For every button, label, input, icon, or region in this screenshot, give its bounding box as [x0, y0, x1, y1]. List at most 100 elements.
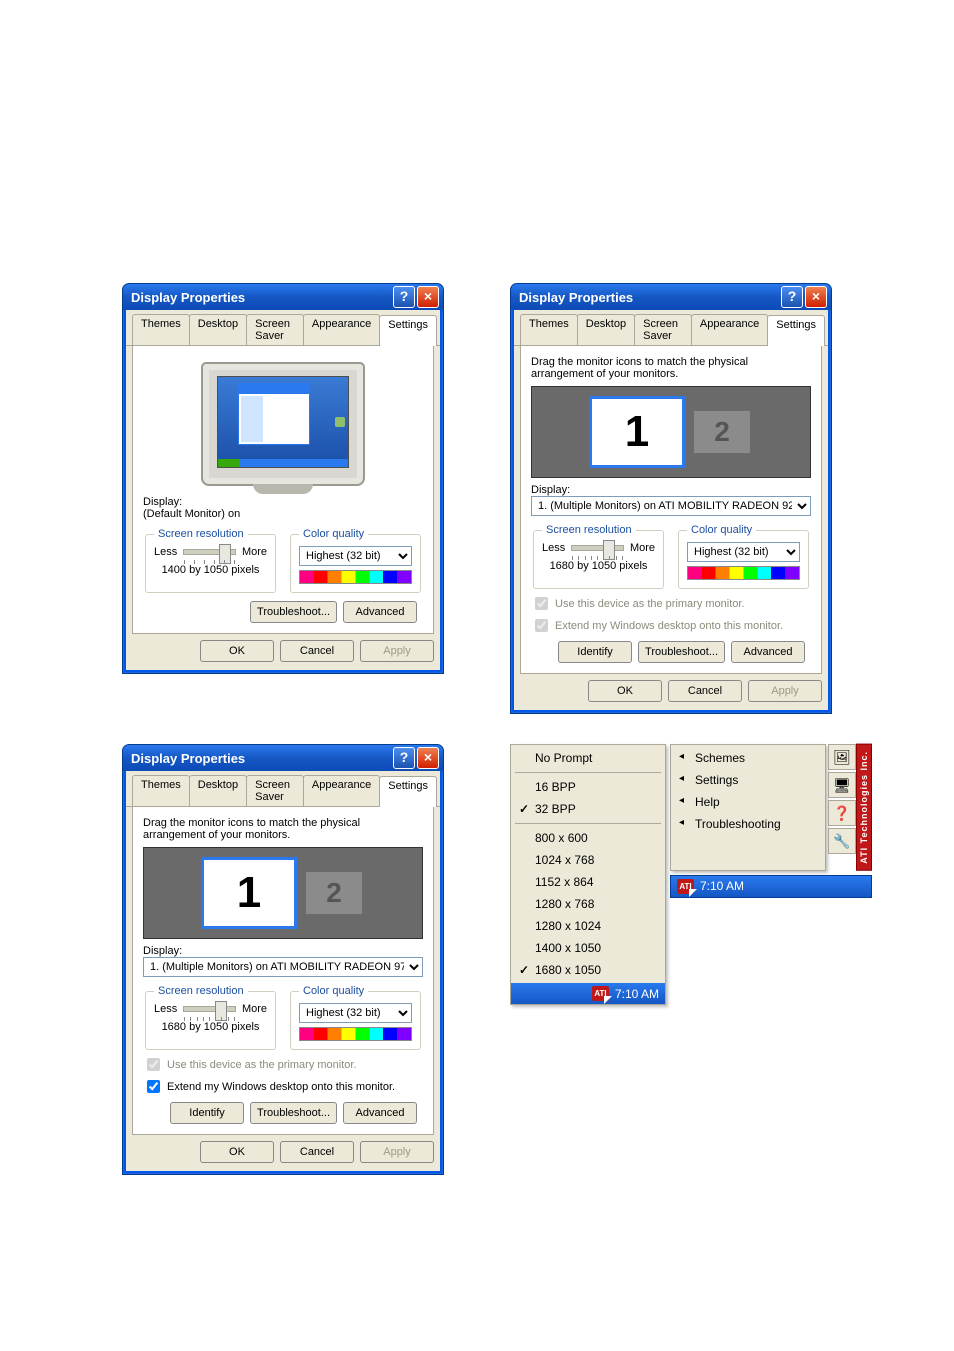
menu-settings[interactable]: Settings: [673, 769, 823, 791]
monitor-2-icon[interactable]: 2: [691, 408, 753, 456]
menu-res-1280-768[interactable]: 1280 x 768: [513, 893, 663, 915]
tab-screensaver[interactable]: Screen Saver: [246, 314, 304, 345]
resolution-slider[interactable]: [571, 545, 624, 551]
taskbar-clock-2: ATI 7:10 AM: [670, 875, 872, 898]
color-quality-group: Color quality Highest (32 bit): [290, 528, 421, 593]
tab-themes[interactable]: Themes: [520, 314, 578, 345]
tab-settings[interactable]: Settings: [767, 315, 825, 346]
display-properties-window-1: Display Properties ? × Themes Desktop Sc…: [122, 283, 444, 674]
tab-desktop[interactable]: Desktop: [189, 314, 247, 345]
display-select[interactable]: 1. (Multiple Monitors) on ATI MOBILITY R…: [531, 496, 811, 516]
menu-res-1280-1024[interactable]: 1280 x 1024: [513, 915, 663, 937]
tab-settings[interactable]: Settings: [379, 315, 437, 346]
tab-themes[interactable]: Themes: [132, 314, 190, 345]
color-quality-select[interactable]: Highest (32 bit): [687, 542, 800, 562]
identify-button[interactable]: Identify: [558, 641, 632, 663]
help-icon[interactable]: ?: [393, 286, 415, 308]
tab-settings[interactable]: Settings: [379, 776, 437, 807]
apply-button[interactable]: Apply: [360, 1141, 434, 1163]
resolution-slider[interactable]: [183, 1006, 236, 1012]
advanced-button[interactable]: Advanced: [731, 641, 805, 663]
menu-troubleshooting[interactable]: Troubleshooting: [673, 813, 823, 835]
apply-button[interactable]: Apply: [360, 640, 434, 662]
ati-brand-label: ATI Technologies Inc.: [856, 744, 872, 871]
advanced-button[interactable]: Advanced: [343, 601, 417, 623]
window-title: Display Properties: [131, 290, 393, 305]
color-quality-group: Color quality Highest (32 bit): [290, 985, 421, 1050]
menu-no-prompt[interactable]: No Prompt: [513, 747, 663, 769]
menu-help[interactable]: Help: [673, 791, 823, 813]
troubleshoot-button[interactable]: Troubleshoot...: [250, 601, 337, 623]
monitor-1-icon[interactable]: 1: [201, 857, 297, 929]
titlebar[interactable]: Display Properties ? ×: [123, 284, 443, 310]
tab-themes[interactable]: Themes: [132, 775, 190, 806]
schemes-icon: 🖼: [828, 744, 856, 770]
arrange-hint: Drag the monitor icons to match the phys…: [143, 817, 423, 841]
menu-res-1400[interactable]: 1400 x 1050: [513, 937, 663, 959]
display-label: Display:: [143, 945, 423, 957]
tab-appearance[interactable]: Appearance: [303, 775, 380, 806]
monitor-2-icon[interactable]: 2: [303, 869, 365, 917]
cancel-button[interactable]: Cancel: [280, 1141, 354, 1163]
monitor-1-icon[interactable]: 1: [589, 396, 685, 468]
tab-desktop[interactable]: Desktop: [189, 775, 247, 806]
monitor-arrangement[interactable]: 1 2: [531, 386, 811, 478]
menu-32bpp[interactable]: 32 BPP: [513, 798, 663, 820]
troubleshoot-button[interactable]: Troubleshoot...: [638, 641, 725, 663]
ati-tray-icon[interactable]: ATI: [677, 879, 694, 894]
tab-screensaver[interactable]: Screen Saver: [246, 775, 304, 806]
advanced-button[interactable]: Advanced: [343, 1102, 417, 1124]
menu-res-1680[interactable]: 1680 x 1050: [513, 959, 663, 981]
titlebar[interactable]: Display Properties ? ×: [123, 745, 443, 771]
screen-resolution-group: Screen resolution Less More 1680 by 1050…: [145, 985, 276, 1050]
color-quality-group: Color quality Highest (32 bit): [678, 524, 809, 589]
display-properties-window-3: Display Properties ? × Themes Desktop Sc…: [122, 744, 444, 1175]
resolution-readout: 1680 by 1050 pixels: [154, 1021, 267, 1033]
color-quality-select[interactable]: Highest (32 bit): [299, 1003, 412, 1023]
close-icon[interactable]: ×: [417, 747, 439, 769]
tab-screensaver[interactable]: Screen Saver: [634, 314, 692, 345]
ati-settings-submenu: No Prompt 16 BPP 32 BPP 800 x 600 1024 x…: [510, 744, 666, 1005]
menu-res-1152[interactable]: 1152 x 864: [513, 871, 663, 893]
ok-button[interactable]: OK: [200, 1141, 274, 1163]
color-quality-select[interactable]: Highest (32 bit): [299, 546, 412, 566]
cancel-button[interactable]: Cancel: [280, 640, 354, 662]
ok-button[interactable]: OK: [200, 640, 274, 662]
monitor-arrangement[interactable]: 1 2: [143, 847, 423, 939]
close-icon[interactable]: ×: [417, 286, 439, 308]
color-spectrum-icon: [299, 570, 412, 584]
ok-button[interactable]: OK: [588, 680, 662, 702]
tab-row: Themes Desktop Screen Saver Appearance S…: [126, 310, 440, 346]
titlebar[interactable]: Display Properties ? ×: [511, 284, 831, 310]
resolution-readout: 1400 by 1050 pixels: [154, 564, 267, 576]
troubleshoot-button[interactable]: Troubleshoot...: [250, 1102, 337, 1124]
menu-res-800[interactable]: 800 x 600: [513, 827, 663, 849]
menu-res-1024[interactable]: 1024 x 768: [513, 849, 663, 871]
color-spectrum-icon: [687, 566, 800, 580]
ati-tray-menu: No Prompt 16 BPP 32 BPP 800 x 600 1024 x…: [510, 744, 872, 1005]
apply-button[interactable]: Apply: [748, 680, 822, 702]
settings-icon: 🖥: [828, 772, 856, 798]
monitor-preview: [143, 362, 423, 486]
tab-row: Themes Desktop Screen Saver Appearance S…: [126, 771, 440, 807]
help-icon[interactable]: ?: [393, 747, 415, 769]
tab-appearance[interactable]: Appearance: [303, 314, 380, 345]
menu-schemes[interactable]: Schemes: [673, 747, 823, 769]
display-select[interactable]: 1. (Multiple Monitors) on ATI MOBILITY R…: [143, 957, 423, 977]
window-title: Display Properties: [519, 290, 781, 305]
troubleshoot-icon: 🔧: [828, 828, 856, 854]
cancel-button[interactable]: Cancel: [668, 680, 742, 702]
tab-appearance[interactable]: Appearance: [691, 314, 768, 345]
ati-main-menu: Schemes Settings Help Troubleshooting: [670, 744, 826, 871]
display-label: Display:: [143, 496, 423, 508]
extend-desktop-checkbox[interactable]: Extend my Windows desktop onto this moni…: [143, 1077, 423, 1096]
tab-desktop[interactable]: Desktop: [577, 314, 635, 345]
menu-16bpp[interactable]: 16 BPP: [513, 776, 663, 798]
help-icon[interactable]: ?: [781, 286, 803, 308]
arrange-hint: Drag the monitor icons to match the phys…: [531, 356, 811, 380]
ati-tray-icon[interactable]: ATI: [592, 986, 609, 1001]
identify-button[interactable]: Identify: [170, 1102, 244, 1124]
screen-resolution-group: Screen resolution Less More 1400 by 1050…: [145, 528, 276, 593]
close-icon[interactable]: ×: [805, 286, 827, 308]
resolution-slider[interactable]: [183, 549, 236, 555]
